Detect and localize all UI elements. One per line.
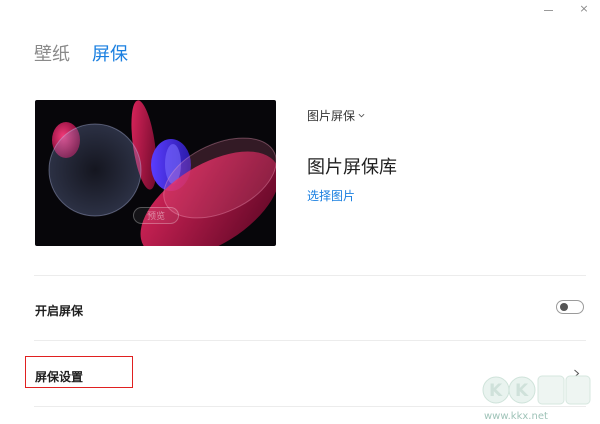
toggle-knob [560,303,568,311]
screensaver-preview[interactable]: 预览 [35,100,276,246]
svg-text:K: K [515,381,529,401]
preview-button[interactable]: 预览 [133,207,179,224]
watermark-url: www.kkx.net [484,411,548,422]
divider [34,340,586,341]
divider [34,406,586,407]
select-image-link[interactable]: 选择图片 [307,187,355,204]
chevron-down-icon [358,113,365,118]
enable-screensaver-label: 开启屏保 [35,304,84,318]
chevron-right-icon[interactable] [572,369,581,378]
preview-artwork [48,100,276,246]
svg-text:K: K [489,381,503,401]
screensaver-type-dropdown[interactable]: 图片屏保 [307,107,365,124]
library-title: 图片屏保库 [307,157,397,178]
enable-screensaver-toggle[interactable] [556,300,584,314]
close-button[interactable]: × [578,2,590,15]
minimize-button[interactable] [542,2,554,14]
divider [34,275,586,276]
tab-wallpaper[interactable]: 壁纸 [34,40,70,66]
screensaver-type-label: 图片屏保 [307,109,356,123]
tab-bar: 壁纸 屏保 [34,40,128,66]
tab-screensaver[interactable]: 屏保 [92,40,128,66]
window-controls: × [542,2,590,15]
highlight-annotation-box [25,356,133,388]
